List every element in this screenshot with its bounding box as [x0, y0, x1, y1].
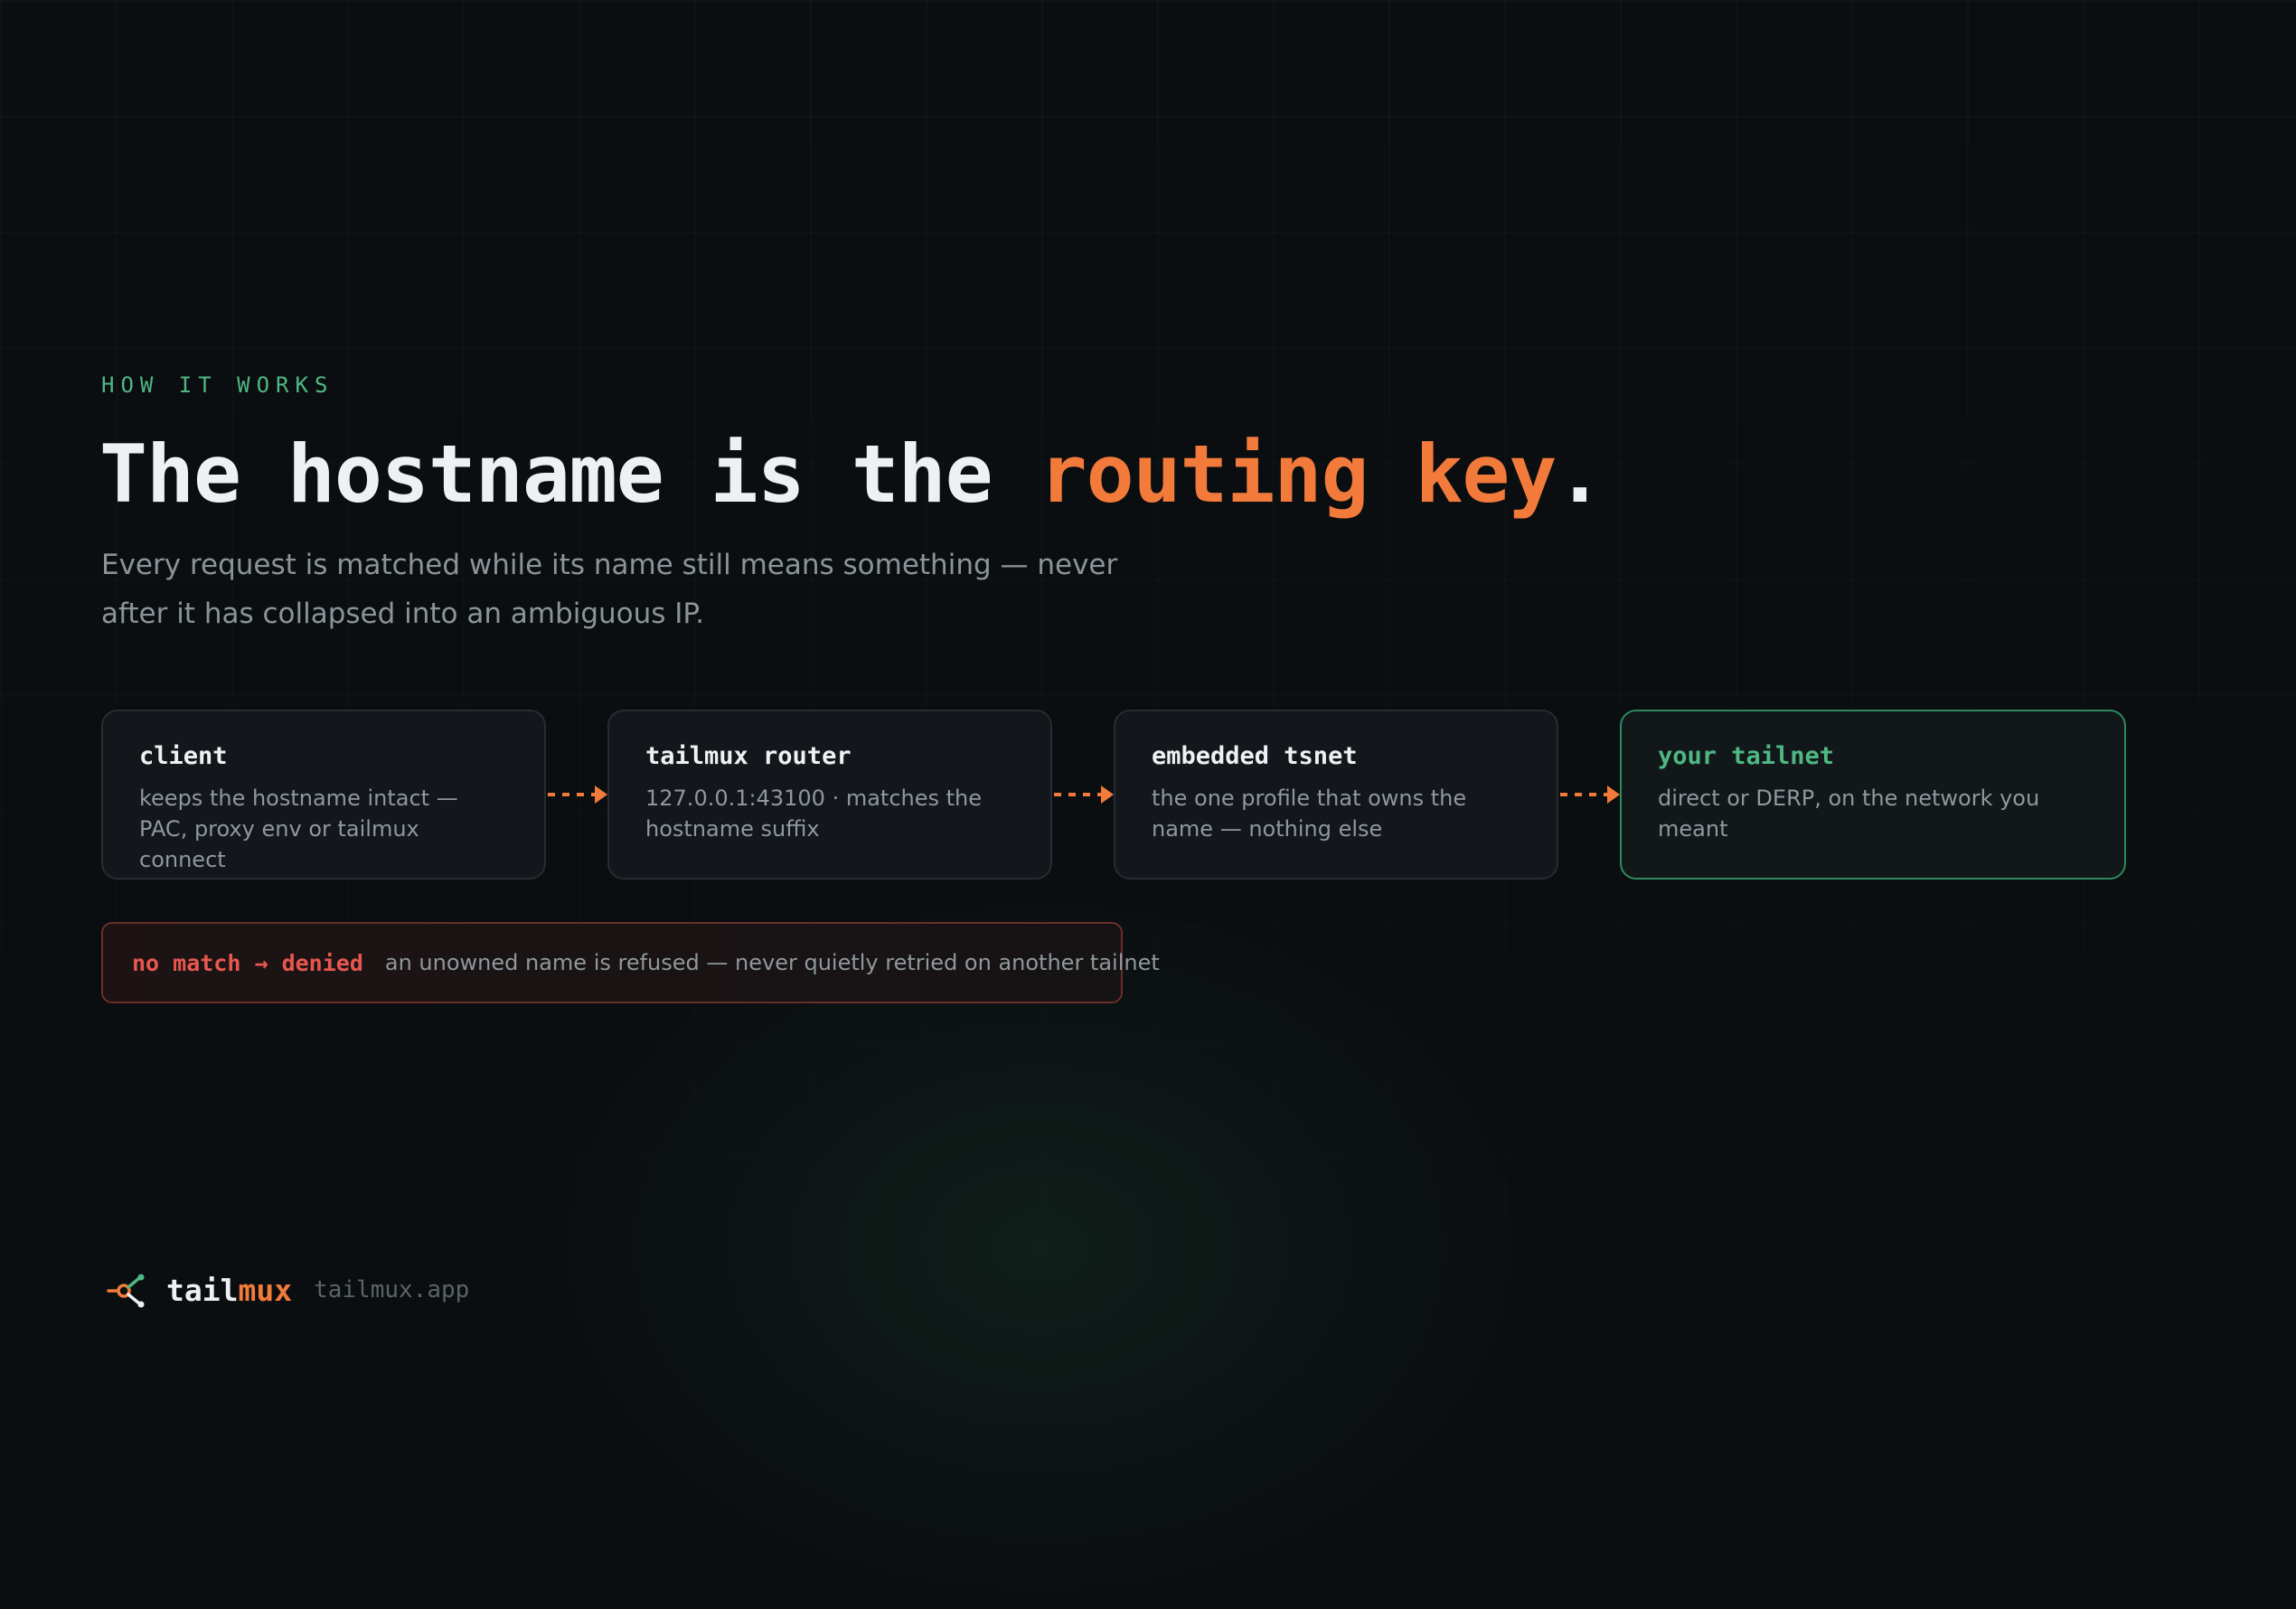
flow-step-router: tailmux router 127.0.0.1:43100 · matches… — [607, 710, 1052, 880]
denied-callout: no match → denied an unowned name is ref… — [101, 922, 1160, 1003]
routing-flow: client keeps the hostname intact — PAC, … — [101, 710, 2126, 880]
flow-step-title: your tailnet — [1658, 742, 1835, 770]
denied-tag: no match → denied — [132, 949, 363, 976]
background-grid — [0, 0, 2296, 1374]
flow-step-client: client keeps the hostname intact — PAC, … — [101, 710, 546, 880]
flow-step-desc: the one profile that owns the name — not… — [1152, 786, 1467, 842]
flow-step-desc: keeps the hostname intact — PAC, proxy e… — [139, 786, 458, 872]
tailmux-logo-icon — [107, 1274, 145, 1308]
headline-accent: routing key — [1039, 428, 1557, 521]
dashed-arrow-right-icon — [1560, 786, 1620, 804]
dashed-arrow-right-icon — [1054, 786, 1114, 804]
flow-step-tailnet: your tailnet direct or DERP, on the netw… — [1620, 710, 2126, 880]
headline-part1: The hostname is the — [99, 428, 1040, 521]
denied-text: an unowned name is refused — never quiet… — [384, 950, 1160, 975]
dashed-arrow-right-icon — [548, 786, 607, 804]
brand-part2: mux — [238, 1272, 293, 1308]
flow-step-title: tailmux router — [645, 742, 852, 770]
brand-name: tailmux — [166, 1273, 292, 1308]
brand-domain: tailmux.app — [314, 1276, 470, 1303]
subtitle: Every request is matched while its name … — [101, 549, 1118, 630]
section-eyebrow: HOW IT WORKS — [101, 372, 334, 398]
flow-step-desc: 127.0.0.1:43100 · matches the hostname s… — [645, 786, 983, 842]
flow-step-title: client — [139, 742, 228, 770]
flow-step-desc: direct or DERP, on the network you meant — [1658, 786, 2040, 842]
flow-step-title: embedded tsnet — [1152, 742, 1358, 770]
headline: The hostname is the routing key. — [99, 425, 1604, 524]
brand-part1: tail — [166, 1272, 239, 1308]
headline-part2: . — [1556, 428, 1604, 521]
footer: tailmux tailmux.app — [107, 1267, 469, 1313]
flow-step-tsnet: embedded tsnet the one profile that owns… — [1114, 710, 1558, 880]
